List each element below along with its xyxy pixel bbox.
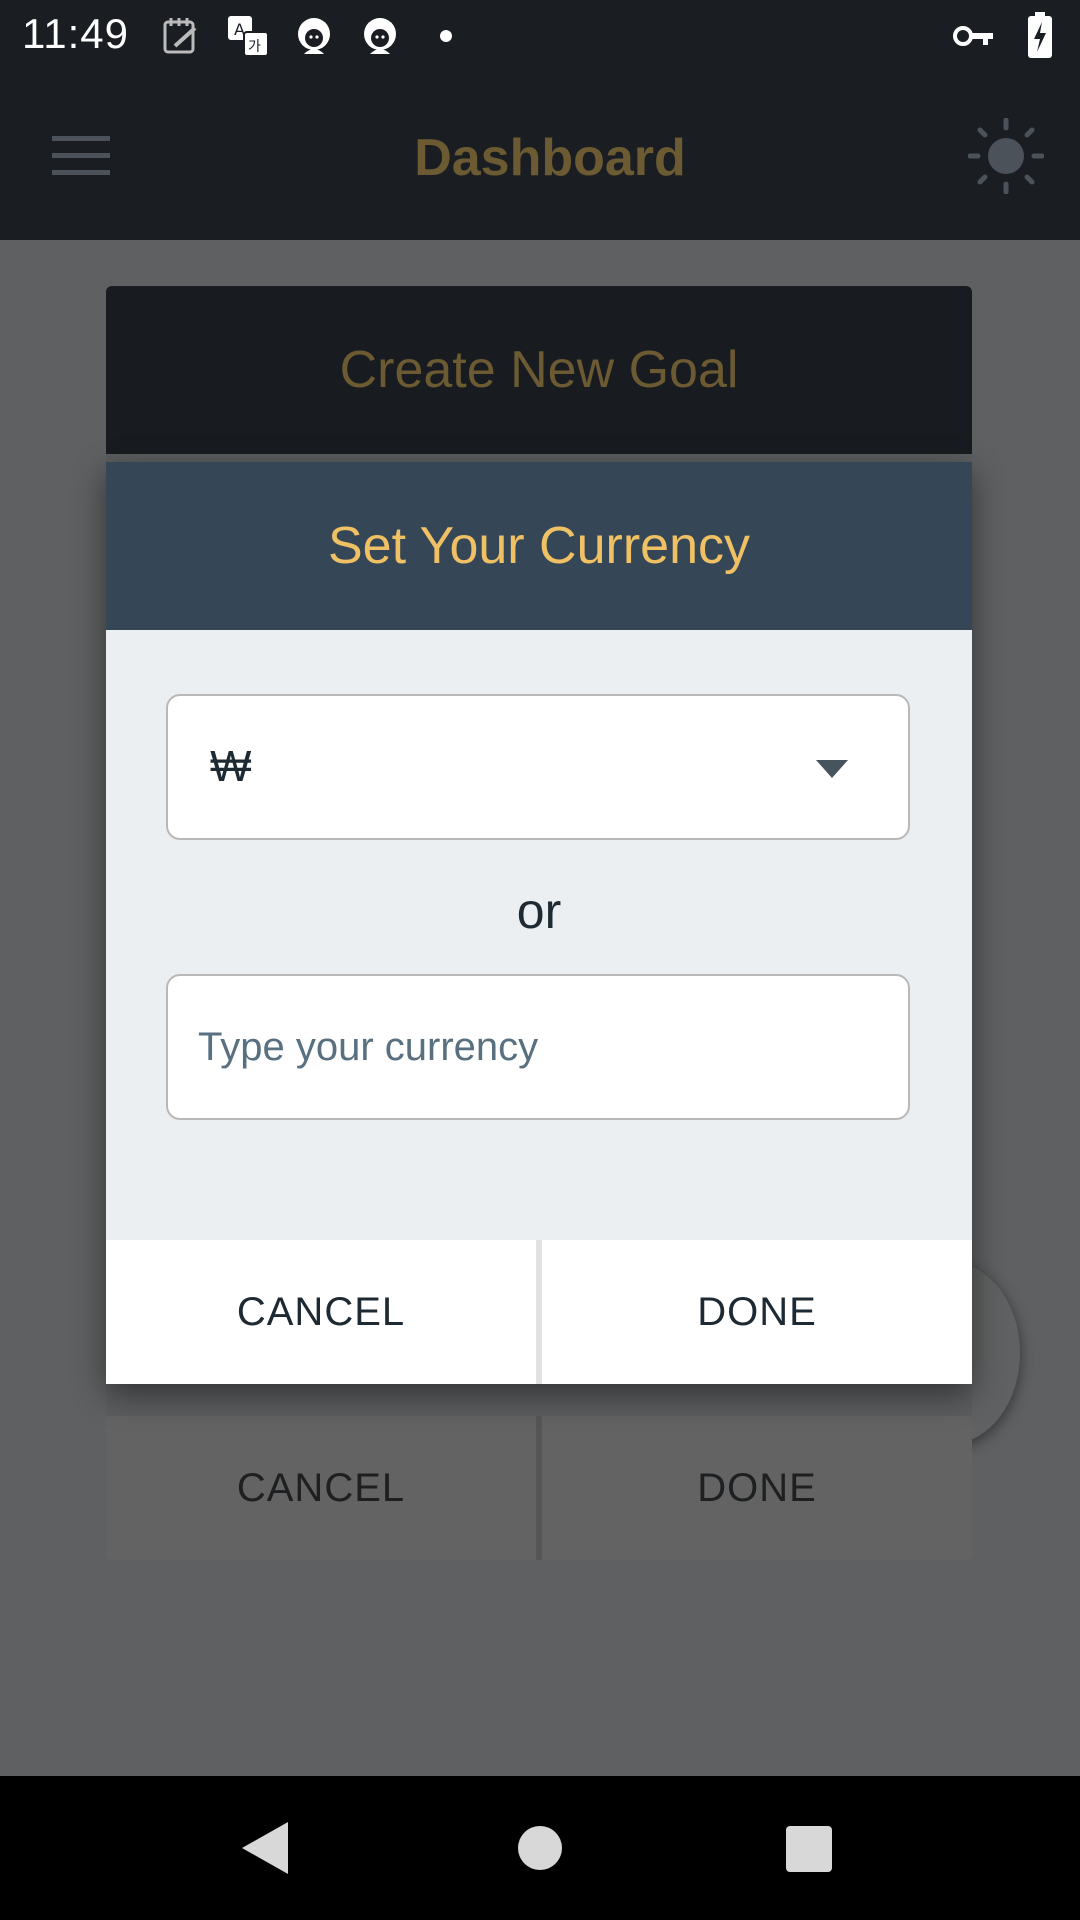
home-icon[interactable] [518, 1826, 562, 1870]
create-goal-header: Create New Goal [106, 286, 972, 454]
back-icon[interactable] [242, 1822, 288, 1874]
or-separator: or [516, 883, 562, 939]
status-bar: 11:49 A가 [0, 0, 1080, 72]
system-icons [952, 12, 1062, 60]
goal-done-button: DONE [536, 1416, 972, 1560]
create-goal-title: Create New Goal [339, 341, 739, 399]
translate-icon: A가 [226, 14, 270, 58]
avatar-icon [292, 14, 336, 58]
recents-icon[interactable] [786, 1826, 832, 1872]
selected-currency: ₩ [210, 742, 252, 791]
done-button[interactable]: DONE [542, 1240, 972, 1384]
notes-icon [160, 14, 204, 58]
create-goal-actions: CANCEL DONE [106, 1416, 972, 1560]
system-nav-bar [0, 1776, 1080, 1920]
set-currency-dialog: Set Your Currency ₩ or CANCEL DONE [106, 462, 972, 1384]
notification-icons: A가 [160, 12, 468, 60]
chevron-down-icon [816, 760, 848, 778]
avatar-icon [358, 14, 402, 58]
currency-dropdown[interactable]: ₩ [166, 694, 910, 840]
currency-dialog-actions: CANCEL DONE [106, 1240, 972, 1384]
custom-currency-input[interactable] [166, 974, 910, 1120]
vpn-key-icon [952, 14, 996, 58]
currency-dialog-header: Set Your Currency [106, 462, 972, 630]
app-bar: Dashboard [0, 72, 1080, 240]
cancel-button[interactable]: CANCEL [106, 1240, 536, 1384]
page-title: Dashboard [414, 129, 686, 187]
currency-dialog-title: Set Your Currency [327, 517, 751, 575]
battery-charging-icon [1018, 12, 1062, 58]
status-time: 11:49 [22, 10, 129, 57]
svg-text:가: 가 [248, 39, 261, 55]
goal-cancel-button: CANCEL [106, 1416, 536, 1560]
brightness-icon[interactable] [967, 117, 1045, 195]
dot-icon [424, 14, 468, 58]
